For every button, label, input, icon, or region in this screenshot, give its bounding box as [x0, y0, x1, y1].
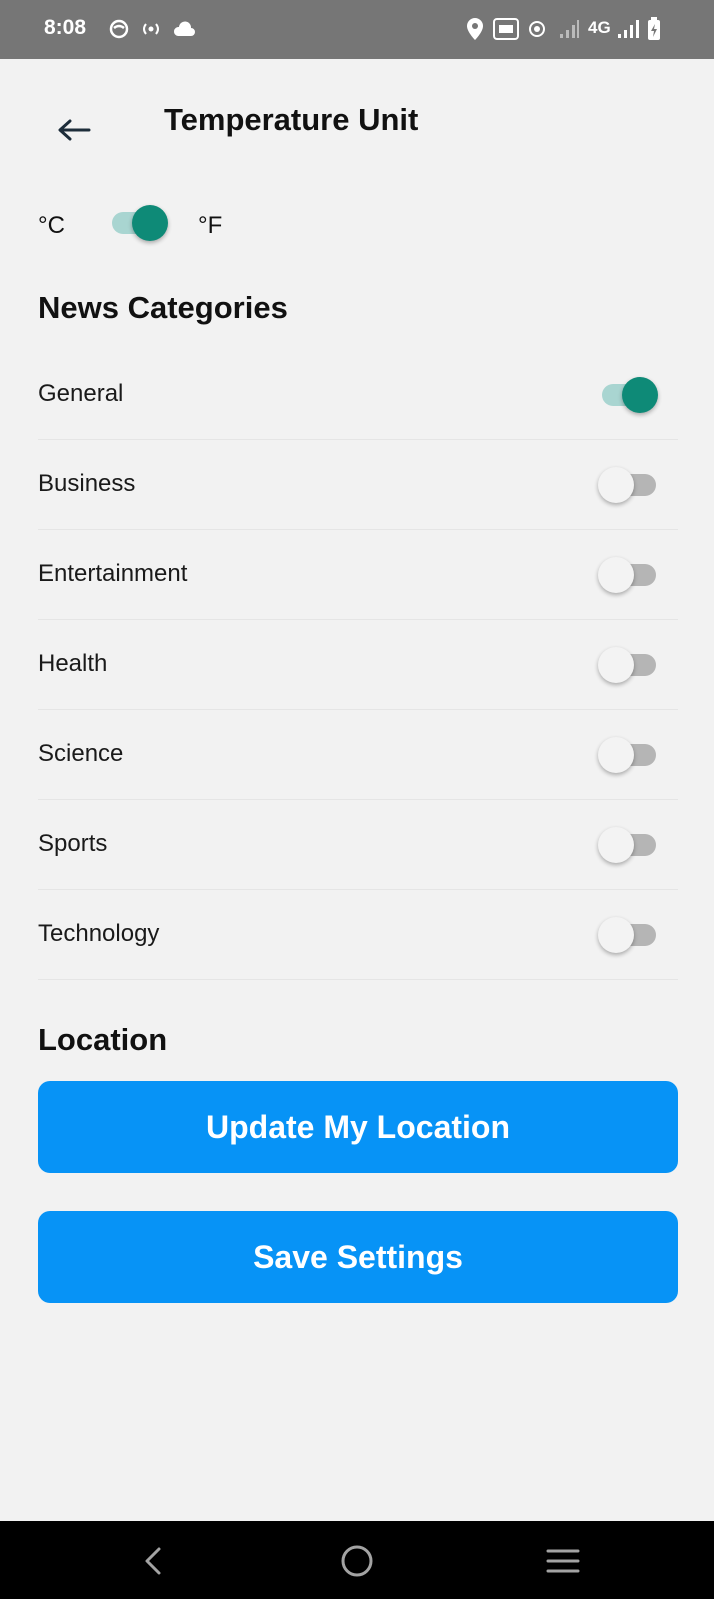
category-row-sports: Sports: [38, 800, 678, 890]
toggle-thumb: [132, 205, 168, 241]
wifi-calling-icon: [526, 14, 548, 44]
network-type-label: 4G: [588, 18, 611, 37]
hotspot-icon: [138, 14, 164, 44]
category-label: Sports: [38, 830, 108, 857]
category-toggle-health[interactable]: [598, 646, 660, 684]
toggle-thumb: [598, 467, 634, 503]
nav-menu-icon: [546, 1549, 580, 1573]
category-toggle-business[interactable]: [598, 466, 660, 504]
nav-menu-button[interactable]: [539, 1537, 587, 1585]
category-toggle-science[interactable]: [598, 736, 660, 774]
category-label: Business: [38, 470, 136, 497]
category-toggle-sports[interactable]: [598, 826, 660, 864]
category-row-health: Health: [38, 620, 678, 710]
signal-weak-icon: [558, 14, 580, 44]
toggle-thumb: [598, 917, 634, 953]
save-settings-button[interactable]: Save Settings: [38, 1211, 678, 1303]
category-row-science: Science: [38, 710, 678, 800]
status-time: 8:08: [44, 16, 87, 39]
category-row-technology: Technology: [38, 890, 678, 980]
update-location-button[interactable]: Update My Location: [38, 1081, 678, 1173]
cloud-icon: [172, 14, 196, 44]
toggle-thumb: [598, 737, 634, 773]
news-categories-title: News Categories: [38, 290, 288, 325]
nav-home-button[interactable]: [333, 1537, 381, 1585]
category-toggle-general[interactable]: [598, 376, 660, 414]
category-label: Technology: [38, 920, 160, 947]
notification-app-icon: [108, 14, 130, 44]
toggle-thumb: [622, 377, 658, 413]
back-button[interactable]: [50, 106, 98, 154]
battery-icon: [646, 14, 662, 44]
location-icon: [466, 14, 484, 44]
arrow-left-icon: [58, 119, 91, 141]
category-label: Entertainment: [38, 560, 188, 587]
category-row-entertainment: Entertainment: [38, 530, 678, 620]
toggle-thumb: [598, 647, 634, 683]
temperature-unit-row: °C °F: [38, 200, 278, 250]
category-label: General: [38, 380, 124, 407]
nav-home-icon: [341, 1545, 373, 1577]
volte-icon: [492, 14, 520, 44]
fahrenheit-label: °F: [198, 212, 223, 239]
category-row-business: Business: [38, 440, 678, 530]
toggle-thumb: [598, 557, 634, 593]
celsius-label: °C: [38, 212, 65, 239]
temperature-unit-toggle[interactable]: [108, 204, 170, 242]
status-bar: 8:08 4G: [0, 0, 714, 59]
category-row-general: General: [38, 350, 678, 440]
category-label: Health: [38, 650, 108, 677]
toggle-thumb: [598, 827, 634, 863]
news-category-list: General Business Entertainment Health Sc…: [38, 350, 678, 980]
location-title: Location: [38, 1022, 168, 1057]
page-title: Temperature Unit: [164, 102, 419, 137]
signal-strong-icon: [616, 14, 640, 44]
system-navigation-bar: [0, 1521, 714, 1599]
category-label: Science: [38, 740, 124, 767]
category-toggle-entertainment[interactable]: [598, 556, 660, 594]
nav-back-icon: [145, 1547, 161, 1575]
category-toggle-technology[interactable]: [598, 916, 660, 954]
nav-back-button[interactable]: [129, 1537, 177, 1585]
